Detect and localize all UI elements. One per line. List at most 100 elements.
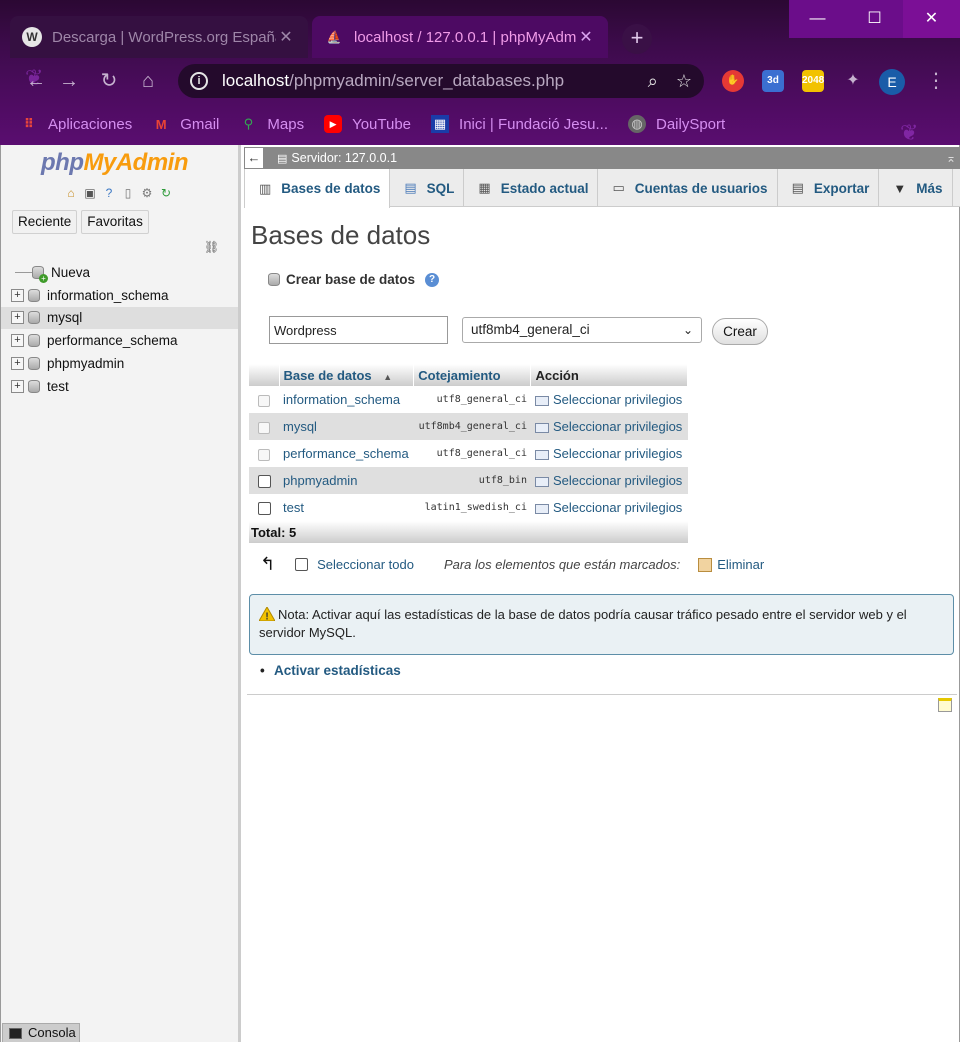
tree-item-phpmyadmin[interactable]: + phpmyadmin xyxy=(1,352,238,375)
row-checkbox[interactable] xyxy=(258,421,270,434)
divider xyxy=(247,694,957,695)
privileges-icon xyxy=(534,422,549,433)
forward-icon[interactable]: → xyxy=(56,68,82,94)
create-button[interactable]: Crear xyxy=(712,318,768,345)
close-tab-icon[interactable]: ✕ xyxy=(576,27,596,47)
tab-status[interactable]: ▦ Estado actual xyxy=(464,169,599,207)
link-icon[interactable]: ⛓ xyxy=(204,240,219,254)
collapse-nav-icon[interactable]: ← xyxy=(245,148,263,168)
privileges-icon xyxy=(534,476,549,487)
tab-sql[interactable]: ▤ SQL xyxy=(390,169,465,207)
tree-item-mysql[interactable]: + mysql xyxy=(1,306,238,330)
close-tab-icon[interactable]: ✕ xyxy=(276,27,296,47)
tab-export[interactable]: ▤ Exportar xyxy=(778,169,880,207)
site-info-icon[interactable]: i xyxy=(190,72,208,90)
minimize-button[interactable]: — xyxy=(789,0,846,38)
row-checkbox[interactable] xyxy=(258,394,270,407)
tree-item-new[interactable]: Nueva xyxy=(1,261,238,284)
address-bar[interactable]: i localhost/phpmyadmin/server_databases.… xyxy=(178,64,704,98)
phpmyadmin-logo[interactable]: phpMyAdmin xyxy=(41,149,188,177)
table-row: performance_schema utf8_general_ci Selec… xyxy=(249,440,688,467)
back-icon[interactable]: ← xyxy=(23,68,49,94)
expand-icon[interactable]: + xyxy=(11,357,24,371)
database-link[interactable]: phpmyadmin xyxy=(279,467,414,494)
delete-button[interactable]: Eliminar xyxy=(698,557,764,572)
recent-button[interactable]: Reciente xyxy=(12,210,78,234)
3d-extension-icon[interactable]: 3d xyxy=(762,70,784,92)
bookmark-apps[interactable]: ⠿ Aplicaciones xyxy=(20,115,132,133)
expand-icon[interactable]: + xyxy=(11,334,24,348)
page-title: Bases de datos xyxy=(251,220,431,250)
browser-tab-wordpress[interactable]: W Descarga | WordPress.org España ✕ xyxy=(10,16,308,58)
adblock-extension-icon[interactable]: ✋ xyxy=(722,70,744,92)
console-toggle[interactable]: Consola xyxy=(2,1023,80,1042)
tab-user-accounts[interactable]: ▭ Cuentas de usuarios xyxy=(598,169,778,207)
server-label[interactable]: Servidor: 127.0.0.1 xyxy=(291,151,397,165)
reload-icon[interactable]: ↻ xyxy=(96,68,122,94)
browser-menu-icon[interactable]: ⋮ xyxy=(926,68,946,93)
select-privileges-link[interactable]: Seleccionar privilegios xyxy=(530,413,688,440)
maximize-button[interactable]: ☐ xyxy=(846,0,903,38)
bookmark-fundacio[interactable]: ▦ Inici | Fundació Jesu... xyxy=(431,115,608,133)
zoom-icon[interactable]: ⌕ xyxy=(648,71,658,92)
table-row: mysql utf8mb4_general_ci Seleccionar pri… xyxy=(249,413,688,440)
collation-cell: utf8_general_ci xyxy=(413,386,531,413)
bookmark-dailysport[interactable]: ◍ DailySport xyxy=(628,115,725,133)
notepad-icon[interactable] xyxy=(938,698,952,712)
tab-more[interactable]: ▼ Más xyxy=(879,169,953,207)
bookmark-star-icon[interactable]: ☆ xyxy=(676,71,692,92)
tree-item-test[interactable]: + test xyxy=(1,375,238,398)
settings-gear-icon[interactable]: ⚙ xyxy=(139,185,155,201)
select-privileges-link[interactable]: Seleccionar privilegios xyxy=(530,386,688,413)
bookmark-gmail[interactable]: M Gmail xyxy=(152,115,220,133)
databases-table: Base de datos ▲ Cotejamiento Acción info… xyxy=(249,364,688,543)
home-icon[interactable]: ⌂ xyxy=(135,68,161,94)
privileges-icon xyxy=(534,449,549,460)
privileges-icon xyxy=(534,395,549,406)
header-collation[interactable]: Cotejamiento xyxy=(413,364,532,386)
select-privileges-link[interactable]: Seleccionar privilegios xyxy=(530,467,688,494)
database-link[interactable]: information_schema xyxy=(279,386,414,413)
bookmark-maps[interactable]: ⚲ Maps xyxy=(239,115,304,133)
header-database[interactable]: Base de datos ▲ xyxy=(279,364,415,386)
home-icon[interactable]: ⌂ xyxy=(63,185,79,201)
2048-extension-icon[interactable]: 2048 xyxy=(802,70,824,92)
expand-icon[interactable]: + xyxy=(11,379,24,393)
tree-item-performance-schema[interactable]: + performance_schema xyxy=(1,329,238,352)
bookmark-youtube[interactable]: ▶ YouTube xyxy=(324,115,411,133)
extensions-puzzle-icon[interactable]: ✦ xyxy=(842,70,864,92)
sort-asc-icon: ▲ xyxy=(383,371,393,382)
row-checkbox[interactable] xyxy=(257,475,271,489)
help-icon[interactable]: ? xyxy=(101,185,117,201)
header-action: Acción xyxy=(530,364,688,386)
database-link[interactable]: test xyxy=(279,494,414,521)
enable-statistics-link[interactable]: Activar estadísticas xyxy=(260,663,401,678)
expand-icon[interactable]: + xyxy=(11,288,24,302)
row-checkbox[interactable] xyxy=(257,502,271,516)
logout-icon[interactable]: ▣ xyxy=(82,185,98,201)
select-privileges-link[interactable]: Seleccionar privilegios xyxy=(530,494,688,521)
database-icon: ▥ xyxy=(259,180,272,196)
expand-icon[interactable]: + xyxy=(11,311,24,325)
tab-databases[interactable]: ▥ Bases de datos xyxy=(244,169,391,208)
select-all-label[interactable]: Seleccionar todo xyxy=(317,557,414,572)
database-link[interactable]: mysql xyxy=(279,413,414,440)
database-link[interactable]: performance_schema xyxy=(279,440,414,467)
new-tab-button[interactable]: + xyxy=(622,24,652,54)
row-checkbox[interactable] xyxy=(258,448,270,461)
browser-tab-phpmyadmin[interactable]: ⛵ localhost / 127.0.0.1 | phpMyAdmin ✕ xyxy=(312,16,608,58)
tree-item-information-schema[interactable]: + information_schema xyxy=(1,284,238,307)
arrow-up-left-icon: ↰ xyxy=(260,554,276,574)
close-window-button[interactable]: ✕ xyxy=(903,0,960,38)
status-chart-icon: ▦ xyxy=(478,180,491,195)
select-all-checkbox[interactable] xyxy=(295,558,309,571)
docs-icon[interactable]: ▯ xyxy=(120,185,136,201)
database-name-input[interactable] xyxy=(269,316,448,344)
profile-avatar[interactable]: E xyxy=(879,69,905,95)
collapse-top-icon[interactable]: ⌅ xyxy=(946,151,956,165)
favorites-button[interactable]: Favoritas xyxy=(81,210,149,234)
collation-select[interactable]: utf8mb4_general_ci ⌄ xyxy=(462,317,702,343)
select-privileges-link[interactable]: Seleccionar privilegios xyxy=(530,440,688,467)
refresh-icon[interactable]: ↻ xyxy=(158,185,174,201)
help-icon[interactable]: ? xyxy=(425,272,440,287)
